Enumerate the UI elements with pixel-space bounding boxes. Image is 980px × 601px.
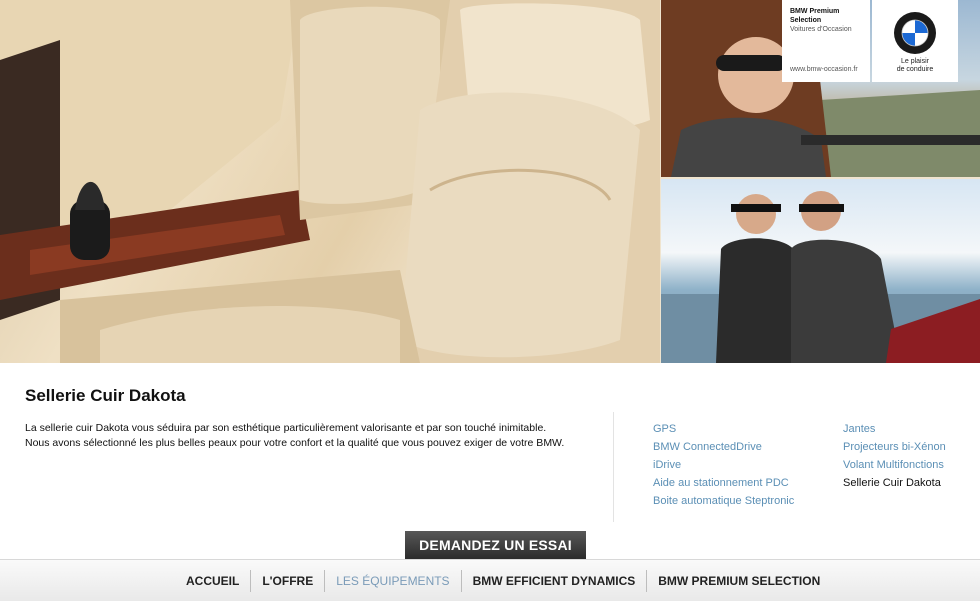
nav-list: ACCUEIL L'OFFRE LES ÉQUIPEMENTS BMW EFFI… xyxy=(175,560,831,601)
nav-item-premium-selection[interactable]: BMW PREMIUM SELECTION xyxy=(646,569,831,592)
feature-link-volant[interactable]: Volant Multifonctions xyxy=(843,456,946,474)
feature-link-sellerie[interactable]: Sellerie Cuir Dakota xyxy=(843,474,946,492)
description: La sellerie cuir Dakota vous séduira par… xyxy=(25,421,595,451)
features-list-right: Jantes Projecteurs bi-Xénon Volant Multi… xyxy=(843,420,946,492)
features-list-left: GPS BMW ConnectedDrive iDrive Aide au st… xyxy=(653,420,794,510)
bmw-roundel-icon xyxy=(894,12,936,54)
feature-link-gps[interactable]: GPS xyxy=(653,420,794,438)
page-title: Sellerie Cuir Dakota xyxy=(25,386,186,405)
interior-illustration xyxy=(0,0,660,363)
description-line: Nous avons sélectionné les plus belles p… xyxy=(25,437,565,449)
feature-link-pdc[interactable]: Aide au stationnement PDC xyxy=(653,474,794,492)
bmw-logo-box[interactable]: Le plaisir de conduire xyxy=(872,0,958,82)
car-interior-photo xyxy=(0,0,660,363)
badge-title: BMW Premium Selection xyxy=(790,8,840,24)
bmw-slogan: Le plaisir de conduire xyxy=(896,58,934,73)
badge-subtitle: Voitures d'Occasion xyxy=(790,26,852,33)
nav-item-offre[interactable]: L'OFFRE xyxy=(250,569,324,592)
hero-banner: BMW Premium Selection Voitures d'Occasio… xyxy=(0,0,980,363)
nav-item-equipements[interactable]: LES ÉQUIPEMENTS xyxy=(324,569,460,592)
feature-link-bixenon[interactable]: Projecteurs bi-Xénon xyxy=(843,438,946,456)
premium-selection-badge[interactable]: BMW Premium Selection Voitures d'Occasio… xyxy=(782,0,870,82)
column-divider xyxy=(613,412,614,522)
request-test-drive-button[interactable]: DEMANDEZ UN ESSAI xyxy=(405,531,586,559)
nav-item-efficient-dynamics[interactable]: BMW EFFICIENT DYNAMICS xyxy=(460,569,647,592)
feature-link-jantes[interactable]: Jantes xyxy=(843,420,946,438)
feature-link-steptronic[interactable]: Boite automatique Steptronic xyxy=(653,492,794,510)
bottom-nav: ACCUEIL L'OFFRE LES ÉQUIPEMENTS BMW EFFI… xyxy=(0,559,980,601)
description-line: La sellerie cuir Dakota vous séduira par… xyxy=(25,422,547,434)
feature-link-idrive[interactable]: iDrive xyxy=(653,456,794,474)
couple-photo xyxy=(661,179,980,363)
nav-item-accueil[interactable]: ACCUEIL xyxy=(175,570,250,592)
feature-link-connecteddrive[interactable]: BMW ConnectedDrive xyxy=(653,438,794,456)
badge-url: www.bmw-occasion.fr xyxy=(790,66,858,73)
